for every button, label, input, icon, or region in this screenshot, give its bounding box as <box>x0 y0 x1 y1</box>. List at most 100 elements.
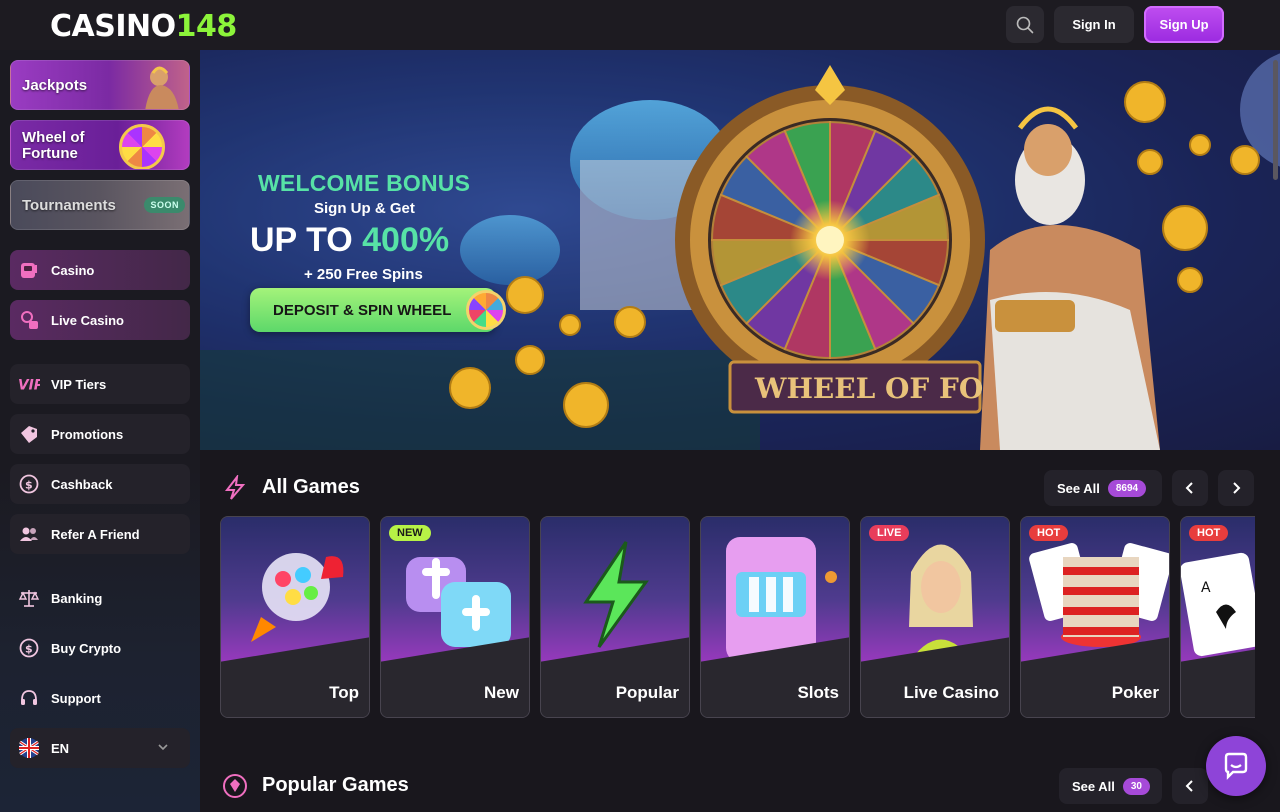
language-code: EN <box>51 740 70 756</box>
sidebar-item-promotions[interactable]: Promotions <box>10 414 190 454</box>
wheel-icon <box>119 124 165 169</box>
deposit-spin-label: DEPOSIT & SPIN WHEEL <box>273 301 452 319</box>
wheel-of-fortune-card[interactable]: Wheel of Fortune <box>10 120 190 170</box>
tournaments-label: Tournaments <box>22 197 116 214</box>
svg-text:$: $ <box>25 643 33 656</box>
sidebar-item-label: Refer A Friend <box>51 526 140 542</box>
hot-badge: HOT <box>1029 525 1069 541</box>
all-games-next-button[interactable] <box>1218 470 1254 506</box>
gem-icon <box>223 774 247 798</box>
bonus-prefix: UP TO <box>250 221 363 259</box>
search-button[interactable] <box>1006 6 1044 43</box>
live-badge: LIVE <box>869 525 910 541</box>
game-category-name: Live Casino <box>903 683 999 702</box>
wheel-label-line2: Fortune <box>22 145 78 162</box>
users-icon <box>18 523 40 545</box>
svg-text:VIP: VIP <box>18 378 40 394</box>
sidebar-item-refer-a-friend[interactable]: Refer A Friend <box>10 514 190 554</box>
sign-up-button[interactable]: Sign Up <box>1144 6 1224 43</box>
sidebar: Jackpots Wheel of Fortune Tournaments SO… <box>0 50 200 812</box>
live-chat-button[interactable] <box>1206 736 1266 796</box>
sidebar-item-label: Live Casino <box>51 312 124 328</box>
sidebar-item-vip-tiers[interactable]: VIP VIP Tiers <box>10 364 190 404</box>
mini-wheel-icon <box>466 290 506 330</box>
game-category-name: Slots <box>797 683 839 702</box>
jackpots-card[interactable]: Jackpots <box>10 60 190 110</box>
see-all-label: See All <box>1072 778 1115 794</box>
popular-games-prev-button[interactable] <box>1172 768 1208 804</box>
zeus-figure-icon <box>145 66 179 109</box>
chat-icon <box>1224 752 1248 780</box>
search-icon <box>1016 16 1034 33</box>
popular-games-see-all-button[interactable]: See All 30 <box>1059 768 1162 804</box>
vip-icon: VIP <box>18 373 40 395</box>
bonus-percent: 400% <box>362 221 450 259</box>
sidebar-item-cashback[interactable]: $ Cashback <box>10 464 190 504</box>
bonus-amount: UP TO 400% <box>250 221 449 260</box>
crypto-icon: $ <box>18 637 40 659</box>
all-games-prev-button[interactable] <box>1172 470 1208 506</box>
svg-text:$: $ <box>25 479 33 492</box>
tag-icon <box>18 423 40 445</box>
bonus-title: WELCOME BONUS <box>258 170 471 196</box>
game-category-card[interactable]: Live Casino LIVE <box>860 516 1010 718</box>
sidebar-item-label: VIP Tiers <box>51 376 107 392</box>
sidebar-item-label: Promotions <box>51 426 124 442</box>
headset-icon <box>18 687 40 709</box>
game-category-card[interactable]: New NEW <box>380 516 530 718</box>
sidebar-item-casino[interactable]: Casino <box>10 250 190 290</box>
sidebar-item-label: Buy Crypto <box>51 640 122 656</box>
game-category-card[interactable]: ABlHOT <box>1180 516 1255 718</box>
popular-games-title: Popular Games <box>262 774 409 796</box>
deposit-spin-button[interactable]: DEPOSIT & SPIN WHEEL <box>250 288 496 332</box>
game-category-card[interactable]: Poker HOT <box>1020 516 1170 718</box>
scale-icon <box>18 587 40 609</box>
sidebar-item-label: Casino <box>51 262 95 278</box>
all-games-count-badge: 8694 <box>1107 479 1147 497</box>
page-scrollbar[interactable] <box>1273 60 1278 180</box>
cashback-icon: $ <box>18 473 40 495</box>
chevron-left-icon <box>1185 780 1193 792</box>
sidebar-item-live-casino[interactable]: Live Casino <box>10 300 190 340</box>
jackpots-label: Jackpots <box>22 77 88 94</box>
chevron-down-icon <box>158 744 168 751</box>
sidebar-item-buy-crypto[interactable]: $ Buy Crypto <box>10 628 190 668</box>
slot-machine-icon <box>18 259 40 281</box>
popular-games-count-badge: 30 <box>1122 777 1150 795</box>
welcome-bonus-banner[interactable]: WHEEL OF FORE DEPOSIT & SPIN WHEEL WELCO… <box>200 50 1280 450</box>
bonus-subtitle: Sign Up & Get <box>314 200 415 217</box>
game-category-name: Top <box>329 683 359 702</box>
logo-number: 148 <box>175 9 238 44</box>
sidebar-item-banking[interactable]: Banking <box>10 578 190 618</box>
game-category-name: New <box>484 683 519 702</box>
free-spins-text: + 250 Free Spins <box>304 266 423 283</box>
top-header: CASINO148 Sign In Sign Up <box>0 0 1280 50</box>
soon-badge: SOON <box>144 197 185 213</box>
sidebar-item-support[interactable]: Support <box>10 678 190 718</box>
sidebar-item-label: Cashback <box>51 476 113 492</box>
live-dealer-icon <box>18 309 40 331</box>
wheel-label-line1: Wheel of <box>22 129 85 146</box>
game-category-card[interactable]: Top <box>220 516 370 718</box>
chevron-left-icon <box>1185 482 1193 494</box>
tournaments-card[interactable]: Tournaments SOON <box>10 180 190 230</box>
language-selector[interactable]: EN <box>10 728 190 768</box>
see-all-label: See All <box>1057 480 1100 496</box>
casino-logo[interactable]: CASINO148 <box>50 9 237 44</box>
game-category-name: Poker <box>1111 683 1159 702</box>
logo-text: CASINO <box>50 9 176 44</box>
sidebar-item-label: Support <box>51 690 101 706</box>
lightning-icon <box>224 475 246 500</box>
hot-badge: HOT <box>1189 525 1229 541</box>
sidebar-item-label: Banking <box>51 590 103 606</box>
chevron-right-icon <box>1233 482 1241 494</box>
new-badge: NEW <box>389 525 431 541</box>
all-games-see-all-button[interactable]: See All 8694 <box>1044 470 1162 506</box>
sign-in-button[interactable]: Sign In <box>1054 6 1134 43</box>
game-category-card[interactable]: Slots <box>700 516 850 718</box>
game-category-name: Popular <box>615 683 679 702</box>
uk-flag-icon <box>18 737 40 759</box>
game-category-card[interactable]: Popular <box>540 516 690 718</box>
all-games-title: All Games <box>262 476 360 498</box>
svg-text:A: A <box>1201 580 1211 596</box>
